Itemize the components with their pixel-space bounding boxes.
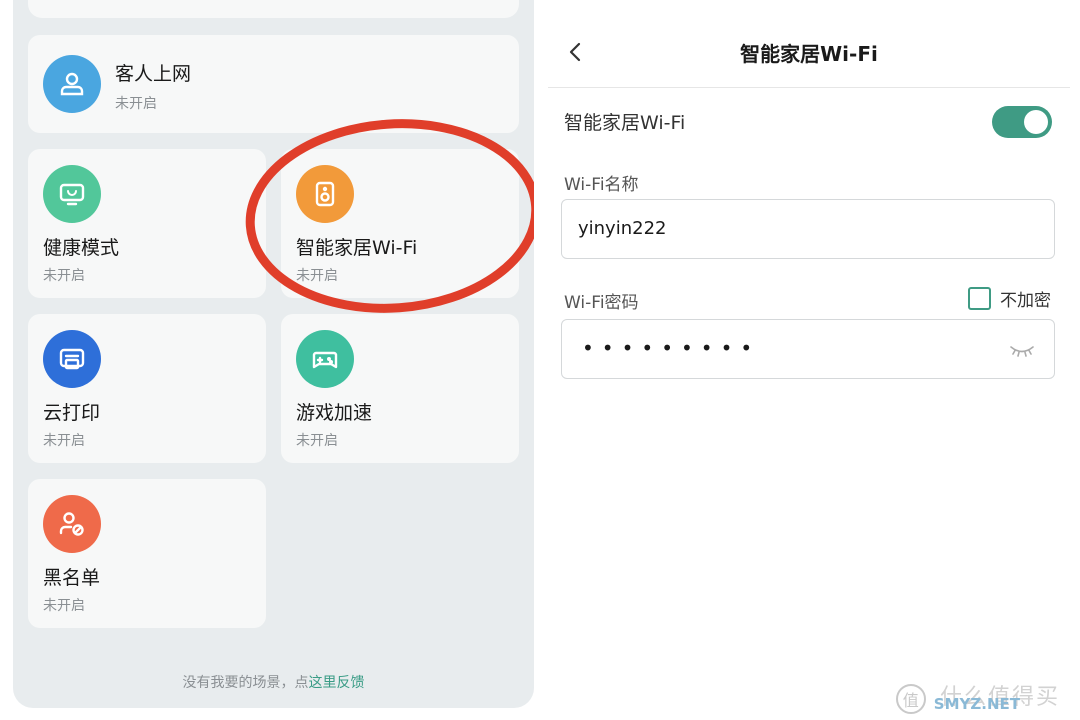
black-status: 未开启 bbox=[43, 598, 85, 614]
card-cloud-print[interactable]: 云打印 未开启 bbox=[28, 314, 266, 463]
guest-user-icon bbox=[43, 55, 101, 113]
smart-status: 未开启 bbox=[296, 268, 338, 284]
health-title: 健康模式 bbox=[43, 237, 120, 259]
no-encrypt-label: 不加密 bbox=[1000, 291, 1051, 311]
wifi-password-label: Wi-Fi密码 bbox=[564, 293, 639, 313]
smart-title: 智能家居Wi-Fi bbox=[296, 237, 418, 259]
wifi-password-input[interactable]: ••••••••• bbox=[561, 319, 1055, 379]
scene-panel: 客人上网 未开启 健康模式 未开启 智能家居Wi-Fi 未开启 云打印 未开启 … bbox=[13, 0, 534, 708]
gamepad-icon bbox=[296, 330, 354, 388]
top-bar: 智能家居Wi-Fi bbox=[548, 0, 1070, 88]
speaker-icon bbox=[296, 165, 354, 223]
wifi-name-input[interactable]: yinyin222 bbox=[561, 199, 1055, 259]
health-status: 未开启 bbox=[43, 268, 85, 284]
black-title: 黑名单 bbox=[43, 567, 101, 589]
card-guest-wifi[interactable]: 客人上网 未开启 bbox=[28, 35, 519, 133]
feedback-line: 没有我要的场景，点这里反馈 bbox=[13, 672, 534, 692]
wifi-name-label: Wi-Fi名称 bbox=[564, 175, 639, 195]
game-status: 未开启 bbox=[296, 433, 338, 449]
feedback-link[interactable]: 这里反馈 bbox=[309, 675, 365, 691]
site-watermark: 值 什么值得买 SMYZ.NET bbox=[895, 684, 1060, 714]
card-game-boost[interactable]: 游戏加速 未开启 bbox=[281, 314, 519, 463]
card-health-mode[interactable]: 健康模式 未开启 bbox=[28, 149, 266, 298]
card-smart-home-wifi[interactable]: 智能家居Wi-Fi 未开启 bbox=[281, 149, 519, 298]
no-encrypt-option[interactable]: 不加密 bbox=[968, 286, 1051, 311]
eye-closed-icon[interactable] bbox=[1008, 340, 1036, 360]
watermark-en: SMYZ.NET bbox=[933, 695, 1020, 713]
print-title: 云打印 bbox=[43, 402, 101, 424]
wifi-settings-panel: 智能家居Wi-Fi 智能家居Wi-Fi Wi-Fi名称 yinyin222 Wi… bbox=[548, 0, 1070, 720]
page-title: 智能家居Wi-Fi bbox=[740, 42, 878, 66]
guest-status: 未开启 bbox=[115, 96, 157, 112]
game-title: 游戏加速 bbox=[296, 402, 373, 424]
printer-icon bbox=[43, 330, 101, 388]
no-encrypt-checkbox[interactable] bbox=[968, 287, 991, 310]
toggle-label: 智能家居Wi-Fi bbox=[564, 112, 686, 134]
monitor-icon bbox=[43, 165, 101, 223]
previous-card-edge bbox=[28, 0, 519, 18]
smart-wifi-toggle[interactable] bbox=[992, 106, 1052, 138]
user-block-icon bbox=[43, 495, 101, 553]
card-blacklist[interactable]: 黑名单 未开启 bbox=[28, 479, 266, 628]
password-mask: ••••••••• bbox=[582, 336, 761, 360]
print-status: 未开启 bbox=[43, 433, 85, 449]
feedback-text: 没有我要的场景，点 bbox=[182, 675, 309, 691]
watermark-logo: 值 bbox=[895, 684, 926, 714]
guest-title: 客人上网 bbox=[115, 63, 192, 85]
toggle-knob bbox=[1024, 110, 1048, 134]
